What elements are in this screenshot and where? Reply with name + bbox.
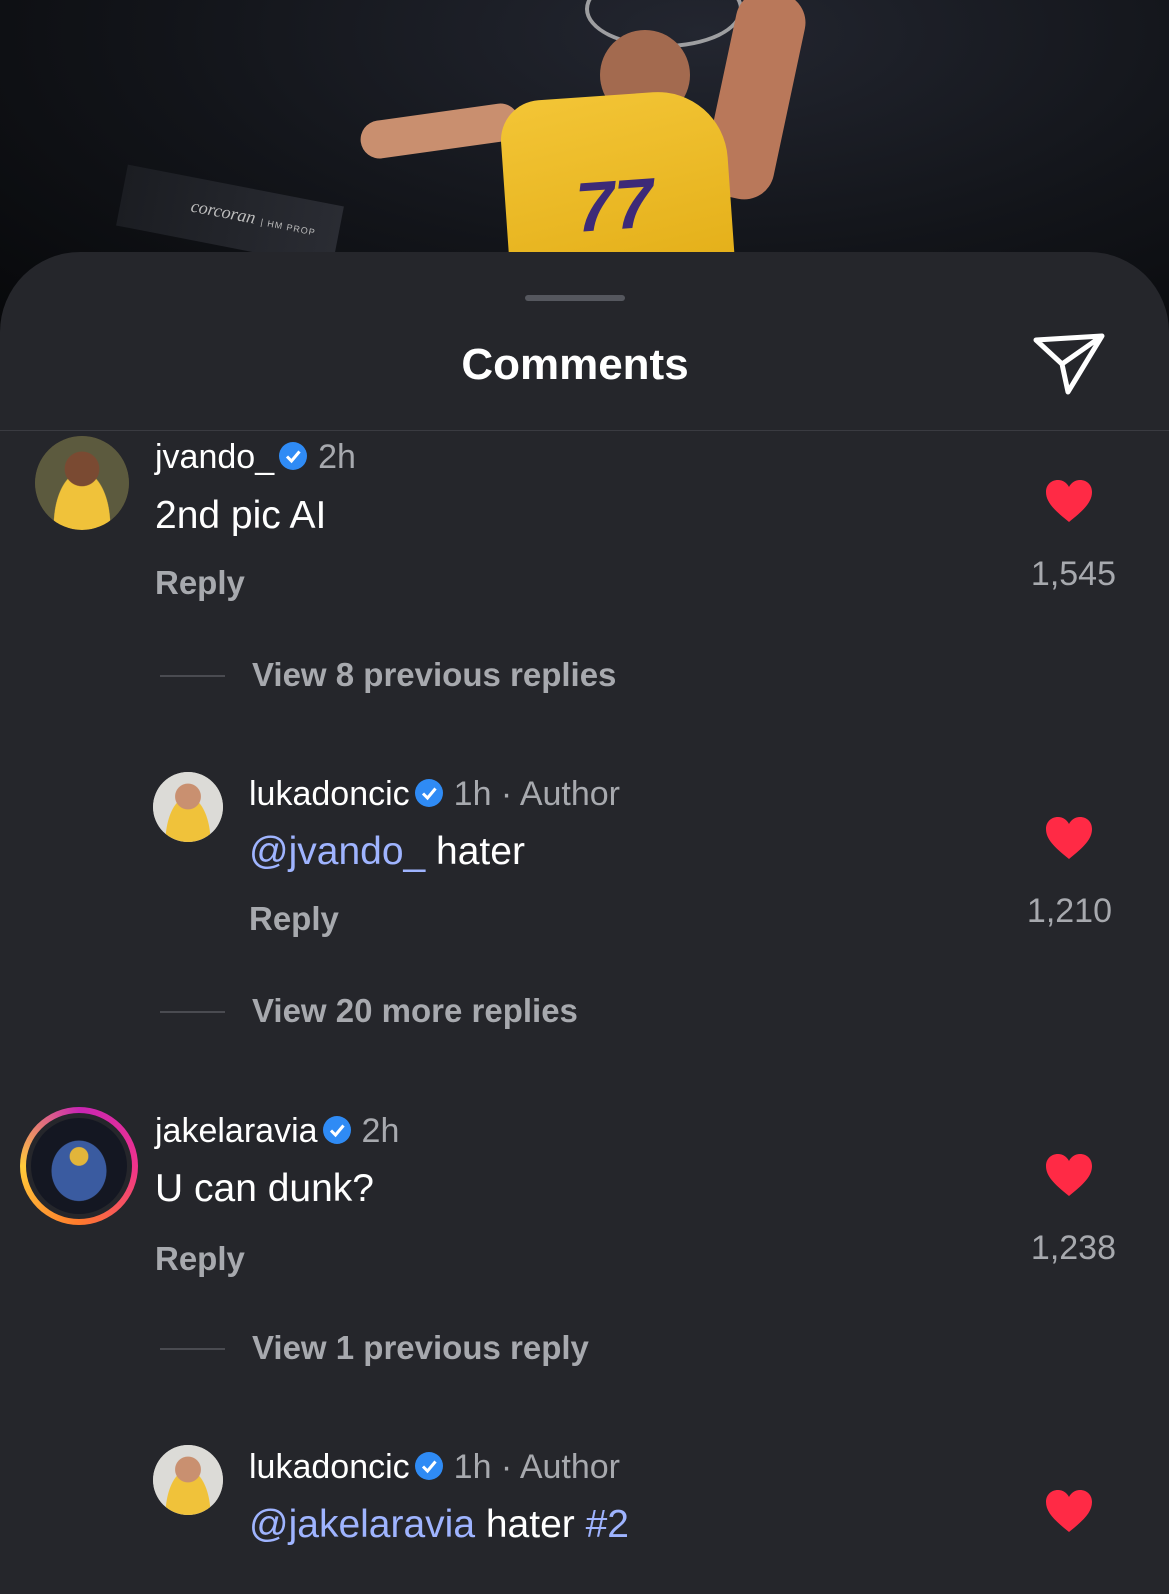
heart-icon[interactable] <box>1044 1488 1094 1534</box>
username-text[interactable]: lukadoncic <box>249 775 410 813</box>
like-count[interactable]: 1,238 <box>996 1229 1116 1268</box>
heart-icon[interactable] <box>1044 478 1094 524</box>
reply-button[interactable]: Reply <box>155 564 245 602</box>
page-title: Comments <box>461 340 689 389</box>
like-count[interactable]: 1,210 <box>992 892 1112 931</box>
comment-username[interactable]: jakelaravia 2h <box>155 1112 399 1151</box>
avatar-story-ring[interactable] <box>20 1107 138 1225</box>
comment-username[interactable]: lukadoncic 1h · Author <box>249 775 620 814</box>
comment-time: 2h <box>361 1112 400 1150</box>
sign-subtext: | HM PROP <box>259 217 317 238</box>
view-replies-button[interactable]: View 8 previous replies <box>252 656 616 694</box>
hashtag-link[interactable]: #2 <box>586 1503 629 1546</box>
sign-text: corcoran <box>189 195 258 228</box>
reply-button[interactable]: Reply <box>155 1240 245 1278</box>
thread-line <box>160 1011 225 1013</box>
thread-line <box>160 1348 225 1350</box>
mention-link[interactable]: @jvando_ <box>249 830 425 873</box>
jersey-number: 77 <box>573 163 657 247</box>
verified-badge-icon <box>414 1452 443 1480</box>
heart-icon[interactable] <box>1044 815 1094 861</box>
comment-time: 2h <box>318 438 356 476</box>
verified-badge-icon <box>414 779 443 807</box>
comment-username[interactable]: lukadoncic 1h · Author <box>249 1448 620 1487</box>
comments-sheet: Comments jvando_ 2h 2nd pic AI Reply 1,54… <box>0 252 1169 1594</box>
comment-time: 1h · Author <box>453 1448 620 1486</box>
avatar[interactable] <box>153 1445 223 1515</box>
username-text[interactable]: jakelaravia <box>155 1112 318 1150</box>
sheet-grabber[interactable] <box>525 295 625 301</box>
comment-time: 1h · Author <box>453 775 620 813</box>
comment-body: hater <box>475 1503 586 1546</box>
player-arm <box>358 101 522 161</box>
comment-body: hater <box>425 830 525 873</box>
comment-text: @jvando_ hater <box>249 830 525 874</box>
comment-text: U can dunk? <box>155 1167 374 1210</box>
verified-badge-icon <box>322 1116 351 1144</box>
like-count[interactable]: 1,545 <box>996 555 1116 594</box>
view-replies-button[interactable]: View 20 more replies <box>252 992 578 1030</box>
verified-badge-icon <box>279 442 308 470</box>
comment-text: @jakelaravia hater #2 <box>249 1503 629 1547</box>
thread-line <box>160 675 225 677</box>
reply-button[interactable]: Reply <box>249 900 339 938</box>
view-replies-button[interactable]: View 1 previous reply <box>252 1329 589 1367</box>
mention-link[interactable]: @jakelaravia <box>249 1503 475 1546</box>
avatar[interactable] <box>153 772 223 842</box>
header-divider <box>0 430 1169 431</box>
username-text[interactable]: lukadoncic <box>249 1448 410 1486</box>
heart-icon[interactable] <box>1044 1152 1094 1198</box>
comment-username[interactable]: jvando_ 2h <box>155 438 356 477</box>
username-text[interactable]: jvando_ <box>155 438 274 476</box>
comment-text: 2nd pic AI <box>155 494 327 537</box>
avatar[interactable] <box>35 436 129 530</box>
send-icon[interactable] <box>1032 330 1108 398</box>
